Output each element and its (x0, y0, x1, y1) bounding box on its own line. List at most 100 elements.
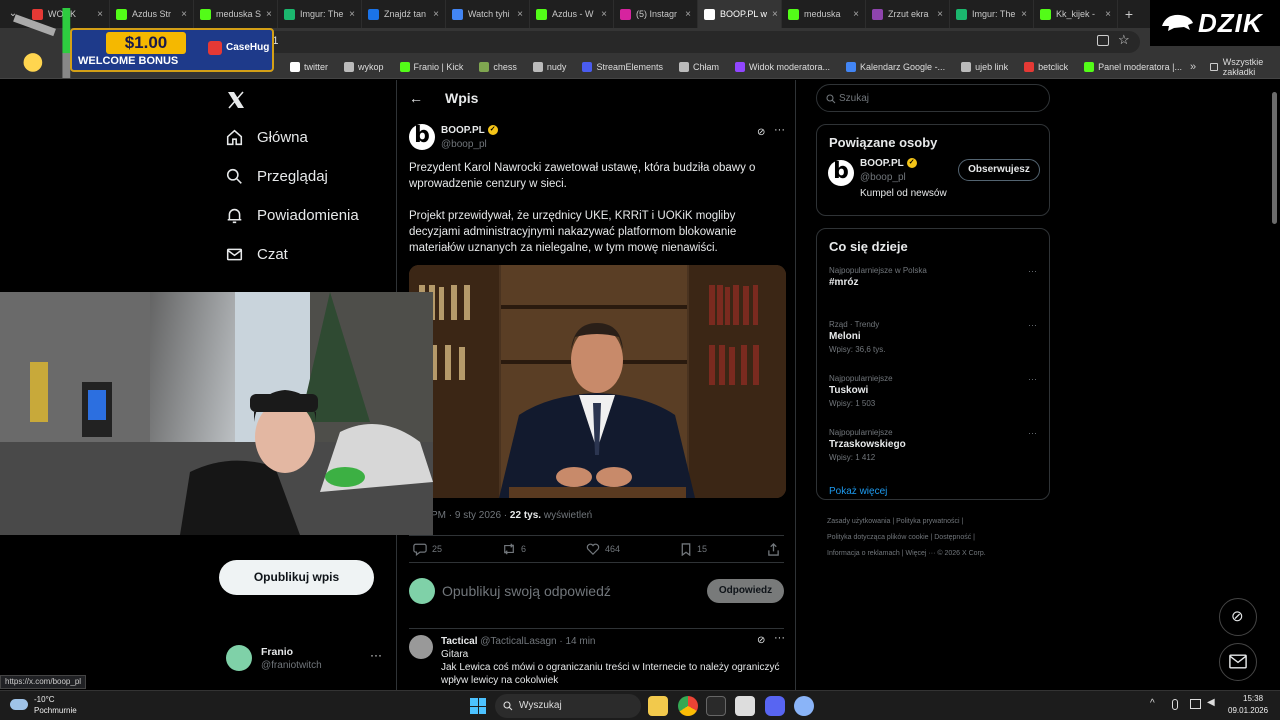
author-avatar[interactable]: b (409, 124, 435, 150)
new-tab-button[interactable]: + (1118, 6, 1140, 22)
all-bookmarks-folder[interactable]: Wszystkie zakładki (1210, 57, 1270, 77)
trend-item[interactable]: Najpopularniejsze Trzaskowskiego Wpisy: … (817, 422, 1049, 476)
browser-tab[interactable]: Watch tyhi × (446, 0, 530, 28)
trend-more-icon[interactable]: ··· (1028, 266, 1037, 276)
bookmark-item[interactable]: wykop (336, 61, 392, 72)
browser-tab[interactable]: Imgur: The × (950, 0, 1034, 28)
x-logo-icon[interactable] (227, 91, 245, 109)
show-more-link[interactable]: Pokaż więcej (817, 476, 1049, 507)
share-action[interactable] (767, 542, 780, 556)
bookmark-action[interactable]: 15 (680, 542, 707, 556)
browser-tab[interactable]: Zrzut ekra × (866, 0, 950, 28)
casino-ad-overlay[interactable]: $1.00 WELCOME BONUS CaseHug (0, 0, 276, 90)
nav-home[interactable]: Główna (226, 129, 308, 146)
windows-start-icon[interactable] (470, 698, 486, 714)
bookmark-item[interactable]: twitter (282, 61, 336, 72)
page-scrollbar[interactable] (1271, 82, 1278, 686)
discord-icon[interactable] (765, 696, 785, 716)
reply-author-name[interactable]: Tactical (441, 636, 478, 647)
bookmark-item[interactable]: ujeb link (953, 61, 1016, 72)
bookmark-item[interactable]: Panel moderatora |... (1076, 61, 1190, 72)
search-input[interactable]: Szukaj (816, 84, 1050, 112)
file-explorer-icon[interactable] (648, 696, 668, 716)
post-author[interactable]: b BOOP.PL ✓ @boop_pl ⊘ ··· (409, 124, 785, 154)
footer-line[interactable]: Zasady użytkowania | Polityka prywatnośc… (827, 514, 1047, 530)
post-more-icon[interactable]: ··· (774, 124, 785, 136)
related-person[interactable]: b BOOP.PL ✓ @boop_pl Kumpel od newsów Obs… (817, 156, 1049, 216)
tab-close-icon[interactable]: × (433, 9, 439, 20)
tab-close-icon[interactable]: × (349, 9, 355, 20)
browser-tab[interactable]: Kk_kijek - × (1034, 0, 1118, 28)
nav-chat[interactable]: Czat (226, 246, 288, 263)
messages-float-button[interactable] (1219, 643, 1257, 681)
trend-item[interactable]: Najpopularniejsze Tuskowi Wpisy: 1 503 ·… (817, 368, 1049, 422)
trend-more-icon[interactable]: ··· (1028, 374, 1037, 384)
post-image[interactable] (409, 265, 786, 498)
footer-line[interactable]: Polityka dotycząca plików cookie | Dostę… (827, 530, 1047, 546)
clock-time[interactable]: 15:38 (1243, 694, 1263, 703)
bookmark-item[interactable]: Chłam (671, 61, 727, 72)
settings-icon[interactable] (794, 696, 814, 716)
account-switcher[interactable]: Franio @franiotwitch ··· (226, 642, 386, 678)
taskbar-search[interactable]: Wyszukaj (495, 694, 641, 718)
tab-close-icon[interactable]: × (685, 9, 691, 20)
nav-explore[interactable]: Przeglądaj (226, 168, 328, 185)
app-icon[interactable] (735, 696, 755, 716)
browser-tab[interactable]: (5) Instagr × (614, 0, 698, 28)
tab-close-icon[interactable]: × (937, 9, 943, 20)
author-name[interactable]: BOOP.PL (441, 125, 485, 136)
follow-button[interactable]: Obserwujesz (958, 159, 1040, 181)
bookmark-item[interactable]: chess (471, 61, 525, 72)
install-app-icon[interactable] (1097, 35, 1109, 46)
reply-button[interactable]: Odpowiedz (707, 579, 784, 603)
bookmark-item[interactable]: nudy (525, 61, 575, 72)
trend-item[interactable]: Rząd · Trendy Meloni Wpisy: 36,6 tys. ··… (817, 314, 1049, 368)
grok-icon[interactable]: ⊘ (757, 635, 765, 646)
like-action[interactable]: 464 (586, 543, 620, 555)
trend-more-icon[interactable]: ··· (1028, 320, 1037, 330)
tab-close-icon[interactable]: × (772, 9, 778, 20)
bookmark-item[interactable]: Kalendarz Google -... (838, 61, 953, 72)
post-timestamp[interactable]: PM · 9 sty 2026 · (431, 510, 510, 521)
browser-tab[interactable]: Azdus - W × (530, 0, 614, 28)
grok-icon[interactable]: ⊘ (757, 127, 765, 138)
browser-tab[interactable]: meduska × (782, 0, 866, 28)
related-avatar[interactable]: b (828, 160, 854, 186)
reply-input[interactable]: Opublikuj swoją odpowiedź (442, 583, 611, 599)
browser-tab[interactable]: Imgur: The × (278, 0, 362, 28)
related-name[interactable]: BOOP.PL (860, 158, 904, 169)
tray-chevron-icon[interactable]: ^ (1150, 698, 1155, 709)
url-input[interactable]: 3271 (240, 31, 1140, 53)
bookmark-item[interactable]: Widok moderatora... (727, 61, 838, 72)
microphone-icon[interactable] (1172, 699, 1178, 710)
tab-close-icon[interactable]: × (517, 9, 523, 20)
network-icon[interactable] (1190, 699, 1201, 709)
grok-float-button[interactable]: ⊘ (1219, 598, 1257, 636)
tab-close-icon[interactable]: × (601, 9, 607, 20)
app-icon[interactable] (706, 696, 726, 716)
post-button[interactable]: Opublikuj wpis (219, 560, 374, 595)
back-arrow-icon[interactable]: ← (409, 90, 423, 106)
more-bookmarks-icon[interactable]: » (1190, 61, 1196, 73)
browser-tab[interactable]: Znajdź tan × (362, 0, 446, 28)
tab-close-icon[interactable]: × (1105, 9, 1111, 20)
bookmark-item[interactable]: Franio | Kick (392, 61, 472, 72)
clock-date[interactable]: 09.01.2026 (1228, 706, 1268, 715)
tab-close-icon[interactable]: × (1021, 9, 1027, 20)
footer-line[interactable]: Informacja o reklamach | Więcej ··· © 20… (827, 546, 1047, 562)
reply-action[interactable]: 25 (413, 543, 442, 556)
chrome-icon[interactable] (678, 696, 698, 716)
trend-more-icon[interactable]: ··· (1028, 428, 1037, 438)
nav-notifications[interactable]: Powiadomienia (226, 207, 359, 224)
trend-item[interactable]: Najpopularniejsze w Polska #mróz ··· (817, 260, 1049, 314)
reply-item[interactable]: Tactical @TacticalLasagn · 14 min Gitara… (409, 628, 785, 687)
bookmark-item[interactable]: betclick (1016, 61, 1076, 72)
tab-close-icon[interactable]: × (853, 9, 859, 20)
bookmark-star-icon[interactable]: ☆ (1118, 32, 1130, 48)
weather-widget[interactable]: -10°C Pochmurnie (10, 694, 100, 718)
bookmark-item[interactable]: StreamElements (574, 61, 671, 72)
repost-action[interactable]: 6 (502, 543, 526, 555)
volume-icon[interactable]: ◀ (1207, 697, 1215, 708)
more-icon[interactable]: ··· (370, 648, 382, 662)
browser-tab[interactable]: BOOP.PL w × (698, 0, 782, 28)
